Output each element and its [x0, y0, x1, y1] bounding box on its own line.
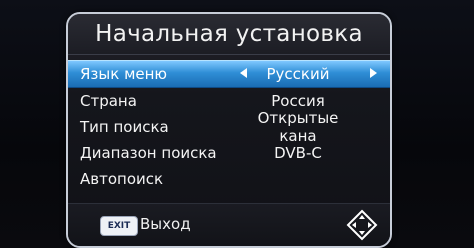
settings-menu: Язык меню Русский Страна Россия Тип поис… [68, 60, 390, 192]
menu-item-value: Россия [271, 92, 325, 110]
arrow-right-icon[interactable] [370, 68, 377, 78]
exit-key-icon[interactable]: EXIT [100, 216, 138, 236]
menu-item-menu-language[interactable]: Язык меню Русский [68, 60, 390, 88]
menu-item-label: Язык меню [80, 65, 168, 83]
exit-label: Выход [140, 215, 191, 233]
menu-item-auto-search[interactable]: Автопоиск [68, 166, 390, 192]
menu-item-search-type[interactable]: Тип поиска Открытые кана [68, 109, 390, 145]
menu-item-search-range[interactable]: Диапазон поиска DVB-C [68, 140, 390, 166]
menu-item-label: Тип поиска [80, 118, 169, 136]
menu-item-label: Автопоиск [80, 170, 164, 188]
menu-item-label: Диапазон поиска [80, 144, 217, 162]
menu-item-label: Страна [80, 92, 137, 110]
navigation-arrows-icon [346, 209, 378, 241]
setup-dialog: Начальная установка Язык меню Русский Ст… [66, 12, 392, 248]
dialog-footer: EXIT Выход [68, 203, 390, 246]
dialog-title: Начальная установка [68, 14, 390, 55]
tv-screen: Начальная установка Язык меню Русский Ст… [0, 0, 474, 248]
menu-item-value: Русский [266, 65, 330, 83]
menu-item-value: DVB-C [274, 144, 322, 162]
